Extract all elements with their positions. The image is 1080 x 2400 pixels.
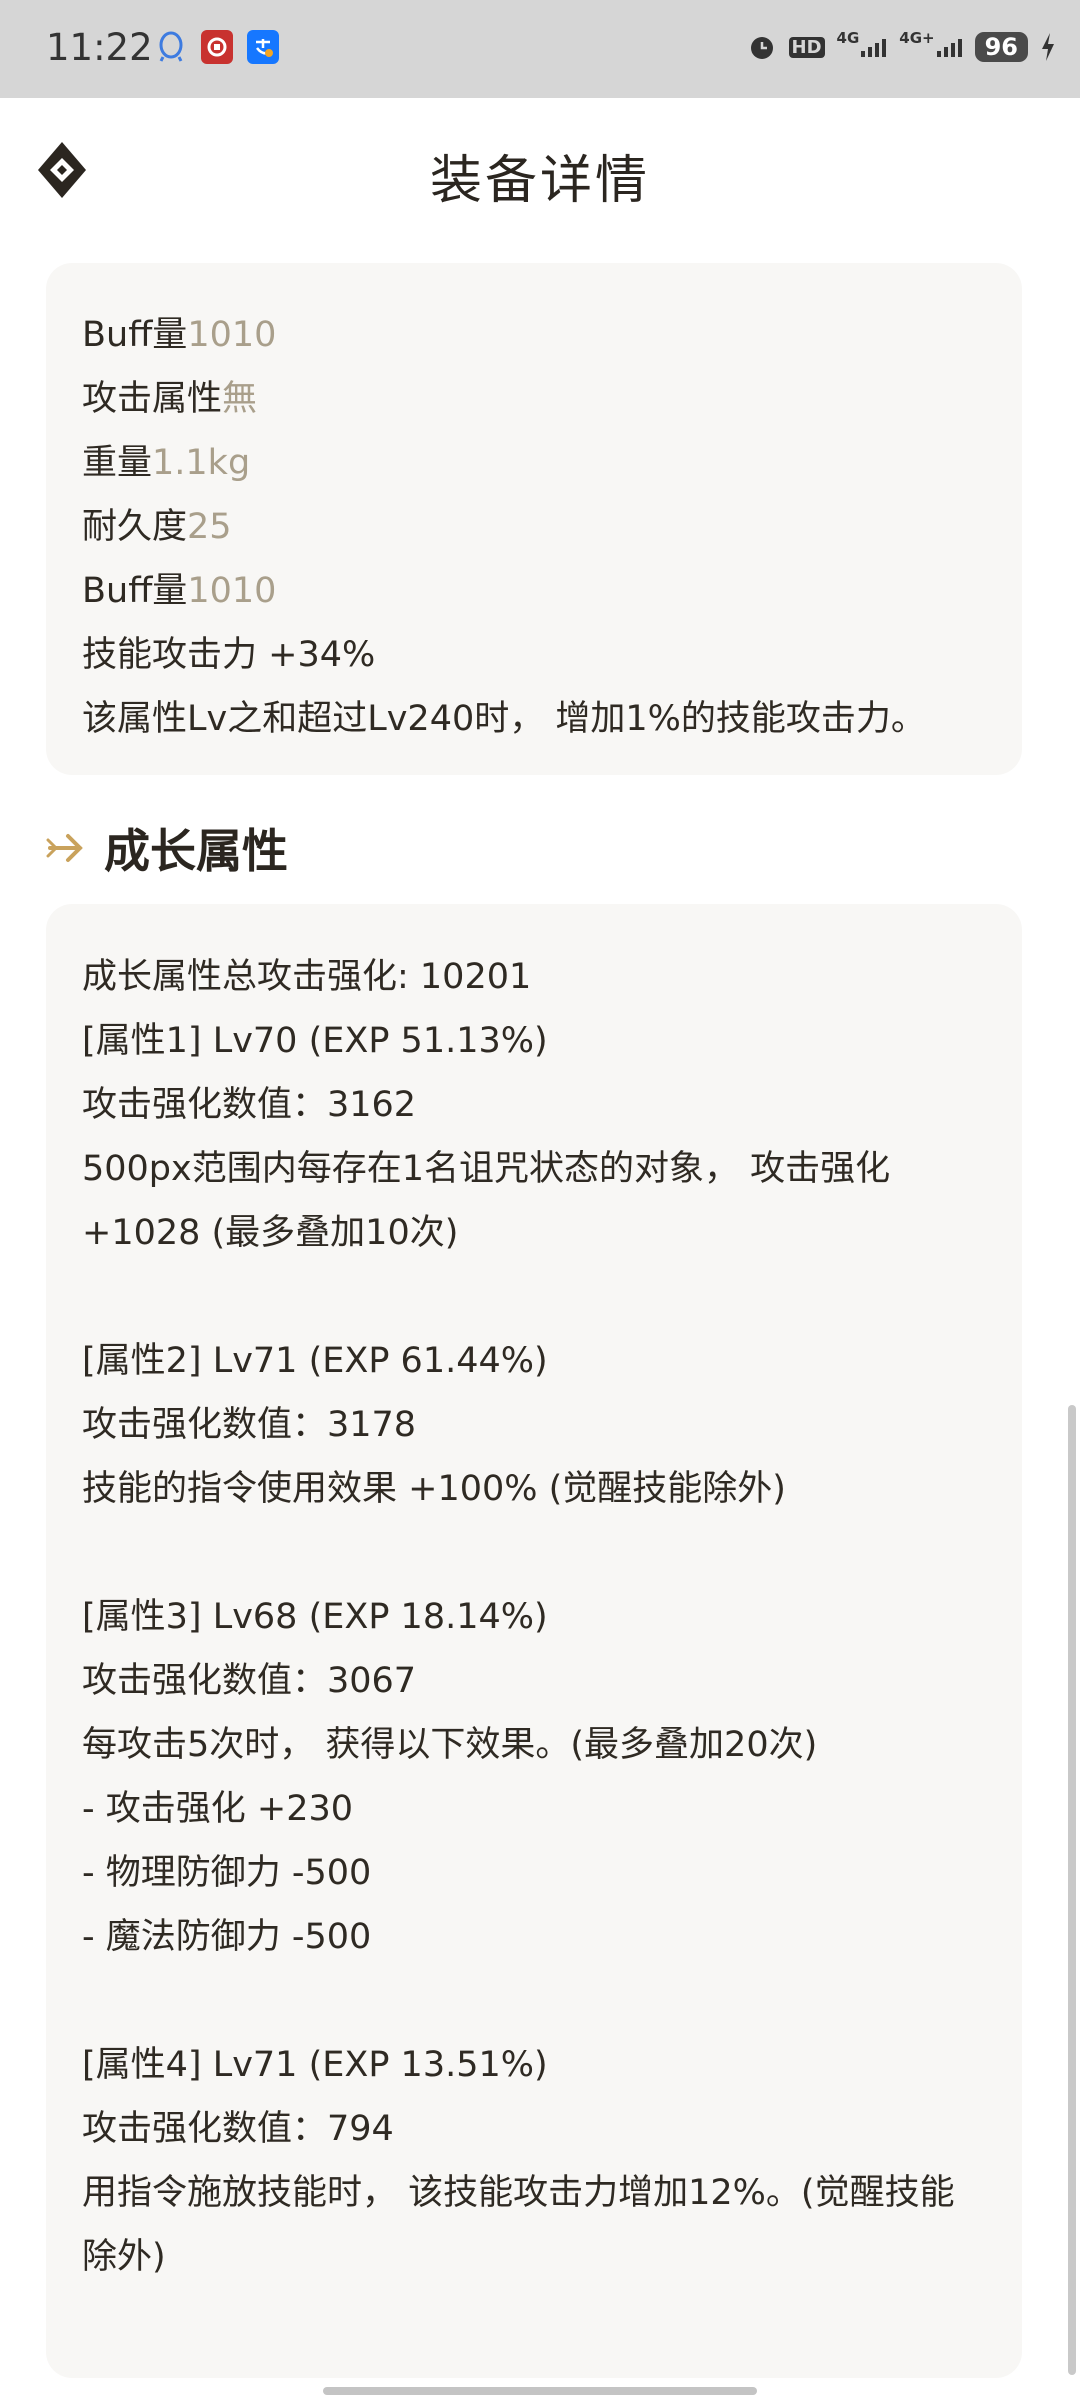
growth-total: 成长属性总攻击强化: 10201 bbox=[82, 957, 532, 997]
attr-label: 攻击属性 bbox=[82, 379, 223, 419]
attr-row: Buff量1010 bbox=[82, 303, 986, 367]
attr4-desc: 除外) bbox=[82, 2237, 166, 2277]
notification-icons bbox=[155, 30, 279, 64]
attr-row: 该属性Lv之和超过Lv240时， 增加1%的技能攻击力。 bbox=[82, 687, 986, 751]
attr-value: 25 bbox=[187, 507, 232, 547]
attr3-desc: - 魔法防御力 -500 bbox=[82, 1917, 372, 1957]
status-bar: 11:22 HD 4G 4G+ 96 bbox=[0, 0, 1080, 98]
gesture-nav-bar[interactable] bbox=[323, 2387, 757, 2395]
attr3-head: [属性3] Lv68 (EXP 18.14%) bbox=[82, 1597, 548, 1637]
attr-label: 技能攻击力 +34% bbox=[82, 635, 376, 675]
status-right: HD 4G 4G+ 96 bbox=[747, 29, 1057, 64]
penguin-icon bbox=[155, 30, 187, 64]
battery-level: 96 bbox=[974, 32, 1028, 62]
app-header: 装备详情 bbox=[0, 98, 1080, 246]
attr3-value: 攻击强化数值：3067 bbox=[82, 1661, 417, 1701]
attr2-desc: 技能的指令使用效果 +100% (觉醒技能除外) bbox=[82, 1469, 786, 1509]
attr-label: 耐久度 bbox=[82, 507, 188, 547]
attr-row: 耐久度25 bbox=[82, 495, 986, 559]
bank-app-icon bbox=[201, 30, 233, 64]
attr2-value: 攻击强化数值：3178 bbox=[82, 1405, 417, 1445]
attr-row: 技能攻击力 +34% bbox=[82, 623, 986, 687]
alipay-icon bbox=[247, 30, 279, 64]
network-type-2: 4G+ bbox=[899, 29, 935, 47]
attr-row: 攻击属性無 bbox=[82, 367, 986, 431]
status-time: 11:22 bbox=[46, 26, 153, 69]
page-title: 装备详情 bbox=[429, 151, 650, 211]
scrollbar[interactable] bbox=[1068, 1405, 1076, 2375]
attr-label: Buff量 bbox=[82, 315, 188, 355]
attr4-head: [属性4] Lv71 (EXP 13.51%) bbox=[82, 2045, 548, 2085]
hd-icon: HD bbox=[788, 30, 825, 64]
attr1-value: 攻击强化数值：3162 bbox=[82, 1085, 417, 1125]
attr3-desc: 每攻击5次时， 获得以下效果。(最多叠加20次) bbox=[82, 1725, 818, 1765]
attr-value: 1010 bbox=[187, 571, 277, 611]
attr-value: 1010 bbox=[187, 315, 277, 355]
network-type-1: 4G bbox=[836, 29, 860, 47]
attr4-desc: 用指令施放技能时， 该技能攻击力增加12%。(觉醒技能 bbox=[82, 2173, 955, 2213]
signal-icon-2: 4G+ bbox=[899, 29, 962, 64]
attr-value: 無 bbox=[222, 379, 258, 419]
attr1-desc: 500px范围内每存在1名诅咒状态的对象， 攻击强化 bbox=[82, 1149, 891, 1189]
growth-section-header: 成长属性 bbox=[46, 816, 288, 880]
attr-row: 重量1.1kg bbox=[82, 431, 986, 495]
arrow-right-icon bbox=[46, 834, 83, 862]
attr4-value: 攻击强化数值：794 bbox=[82, 2109, 394, 2149]
attr-label: 该属性Lv之和超过Lv240时， 增加1%的技能攻击力。 bbox=[82, 699, 926, 739]
attr-row: Buff量1010 bbox=[82, 559, 986, 623]
attr1-desc: +1028 (最多叠加10次) bbox=[82, 1213, 459, 1253]
alarm-icon bbox=[747, 30, 777, 64]
basic-attributes-card: Buff量1010 攻击属性無 重量1.1kg 耐久度25 Buff量1010 … bbox=[46, 263, 1022, 775]
hd-label: HD bbox=[788, 36, 825, 58]
attr-value: 1.1kg bbox=[152, 443, 251, 483]
attr-label: 重量 bbox=[82, 443, 153, 483]
charging-icon bbox=[1040, 30, 1056, 64]
attr3-desc: - 攻击强化 +230 bbox=[82, 1789, 354, 1829]
signal-icon-1: 4G bbox=[836, 29, 888, 64]
attr3-desc: - 物理防御力 -500 bbox=[82, 1853, 372, 1893]
attr1-head: [属性1] Lv70 (EXP 51.13%) bbox=[82, 1021, 548, 1061]
attr-label: Buff量 bbox=[82, 571, 188, 611]
attr2-head: [属性2] Lv71 (EXP 61.44%) bbox=[82, 1341, 548, 1381]
section-title: 成长属性 bbox=[104, 824, 288, 878]
growth-attributes-card: 成长属性总攻击强化: 10201 [属性1] Lv70 (EXP 51.13%)… bbox=[46, 904, 1022, 2378]
